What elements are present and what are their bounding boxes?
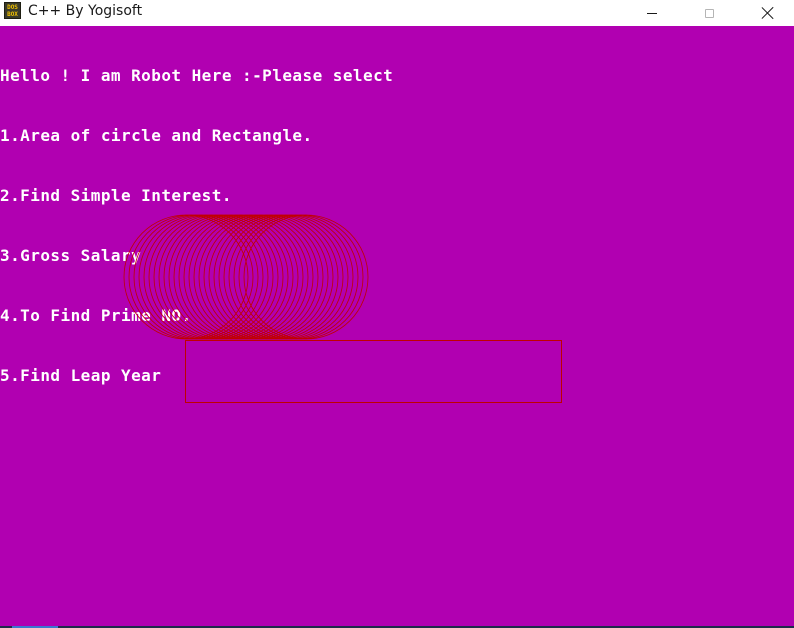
circle-outline — [188, 214, 314, 340]
maximize-button[interactable] — [686, 0, 732, 26]
circle-outline — [213, 214, 339, 340]
circle-outline — [208, 214, 334, 340]
circle-outline — [153, 214, 279, 340]
rectangle-drawing — [185, 340, 562, 403]
dosbox-window: DOS BOX C++ By Yogisoft Hello ! I am Rob… — [0, 0, 794, 628]
circle-outline — [163, 214, 289, 340]
minimize-icon — [647, 12, 657, 14]
title-bar[interactable]: DOS BOX C++ By Yogisoft — [0, 0, 794, 26]
circle-outline — [183, 214, 309, 340]
app-icon-line-2: BOX — [7, 11, 18, 18]
app-icon-line-1: DOS — [7, 4, 18, 11]
circle-outline — [168, 214, 294, 340]
circle-outline — [148, 214, 274, 340]
close-icon — [761, 6, 775, 20]
graphics-canvas — [123, 214, 562, 403]
circle-outline — [218, 214, 344, 340]
circle-outline — [223, 214, 349, 340]
maximize-icon — [704, 8, 714, 18]
dosbox-app-icon[interactable]: DOS BOX — [4, 2, 21, 19]
console-screen[interactable]: Hello ! I am Robot Here :-Please select … — [0, 26, 794, 626]
close-button[interactable] — [745, 0, 791, 26]
circle-outline — [178, 214, 304, 340]
circle-outline — [193, 214, 319, 340]
circle-outline — [173, 214, 299, 340]
circle-outline — [158, 214, 284, 340]
minimize-button[interactable] — [629, 0, 675, 26]
window-title: C++ By Yogisoft — [28, 3, 143, 19]
circles-drawing — [123, 214, 369, 340]
circle-outline — [143, 214, 269, 340]
circle-outline — [198, 214, 324, 340]
circle-outline — [203, 214, 329, 340]
